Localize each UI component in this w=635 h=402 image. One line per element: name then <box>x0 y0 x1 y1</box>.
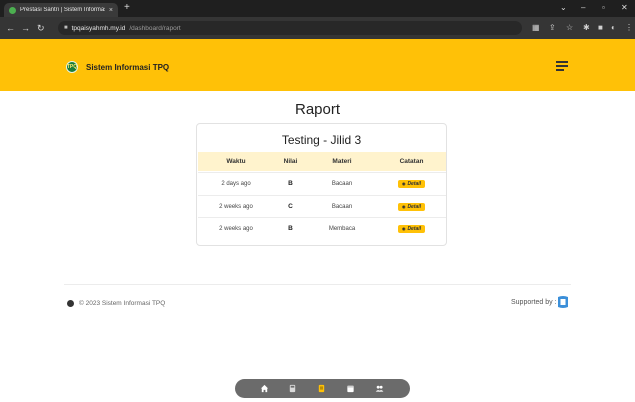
close-window-icon[interactable]: ✕ <box>621 2 628 14</box>
row-materi: Membaca <box>328 225 356 232</box>
menu-toggle-icon[interactable] <box>555 59 569 73</box>
row-nilai: B <box>288 225 293 232</box>
detail-button[interactable]: ◉ Detail <box>397 202 426 211</box>
side-panel-icon[interactable]: ■ <box>598 21 603 35</box>
share-icon[interactable]: ⇪ <box>549 21 556 35</box>
eye-icon: ◉ <box>401 204 406 209</box>
profile-icon[interactable]: ◐ <box>611 21 616 35</box>
url-host: tpqaisyahmh.my.id <box>71 24 126 32</box>
bottom-dock <box>235 379 410 398</box>
calendar-icon[interactable] <box>346 384 355 393</box>
copyright-text: © 2023 Sistem Informasi TPQ <box>79 300 166 307</box>
report-card: Testing - Jilid 3 Waktu Nilai Materi Cat… <box>196 123 447 246</box>
reload-icon[interactable]: ↻ <box>37 21 45 35</box>
minimize-icon[interactable]: – <box>581 2 585 14</box>
eye-icon: ◉ <box>401 226 406 231</box>
calculator-icon[interactable] <box>288 384 297 393</box>
detail-button[interactable]: ◉ Detail <box>397 179 426 188</box>
supported-by-text: Supported by : <box>511 299 557 306</box>
brand-title[interactable]: Sistem Informasi TPQ <box>86 63 169 72</box>
bookmark-star-icon[interactable]: ☆ <box>566 21 573 35</box>
footer-divider <box>64 284 571 285</box>
home-icon[interactable] <box>260 384 269 393</box>
new-tab-button[interactable]: + <box>124 2 130 14</box>
page-title: Raport <box>294 101 341 118</box>
address-bar-row: ← → ↻ ■ tpqaisyahmh.my.id/dashboard/rapo… <box>0 17 635 39</box>
back-icon[interactable]: ← <box>6 21 15 35</box>
table-header: Waktu Nilai Materi Catatan <box>198 152 446 171</box>
detail-button[interactable]: ◉ Detail <box>397 224 426 233</box>
table-row: 2 days ago B Bacaan ◉ Detail <box>198 172 446 194</box>
forward-icon[interactable]: → <box>21 21 30 35</box>
eye-icon: ◉ <box>401 181 406 186</box>
browser-tab[interactable]: Prestasi Santri | Sistem Informasi × <box>4 3 118 17</box>
report-icon[interactable] <box>317 384 326 393</box>
column-header-waktu: Waktu <box>226 158 246 165</box>
app-header: TPQ Sistem Informasi TPQ <box>0 39 635 91</box>
tab-title: Prestasi Santri | Sistem Informasi <box>20 7 105 13</box>
tab-search-icon[interactable]: ⌄ <box>560 2 567 14</box>
tpq-logo-icon[interactable]: TPQ <box>66 61 78 73</box>
row-waktu: 2 days ago <box>221 180 251 187</box>
browser-tab-bar: Prestasi Santri | Sistem Informasi × + ⌄… <box>0 0 635 17</box>
row-waktu: 2 weeks ago <box>219 225 253 232</box>
url-input[interactable]: ■ tpqaisyahmh.my.id/dashboard/raport <box>58 21 522 35</box>
row-materi: Bacaan <box>331 203 353 210</box>
url-path: /dashboard/raport <box>129 24 181 32</box>
logo-text: TPQ <box>66 64 78 70</box>
translate-icon[interactable]: ▦ <box>532 21 540 35</box>
table-row: 2 weeks ago B Membaca ◉ Detail <box>198 217 446 239</box>
favicon-icon <box>9 6 16 14</box>
table-row: 2 weeks ago C Bacaan ◉ Detail <box>198 195 446 217</box>
column-header-catatan: Catatan <box>399 158 424 165</box>
users-icon[interactable] <box>375 384 384 393</box>
column-header-materi: Materi <box>332 158 352 165</box>
row-nilai: B <box>288 180 293 187</box>
tab-close-icon[interactable]: × <box>109 7 113 14</box>
lock-icon: ■ <box>64 25 68 31</box>
extensions-icon[interactable]: ✱ <box>583 21 590 35</box>
row-waktu: 2 weeks ago <box>219 203 253 210</box>
card-title: Testing - Jilid 3 <box>281 133 362 147</box>
row-nilai: C <box>288 203 293 210</box>
row-materi: Bacaan <box>331 180 353 187</box>
restore-icon[interactable]: ▫ <box>602 2 605 14</box>
more-menu-icon[interactable]: ⋮ <box>625 21 633 35</box>
copyright-icon <box>67 300 74 307</box>
column-header-nilai: Nilai <box>283 158 298 165</box>
sponsor-logo-icon[interactable] <box>557 295 569 309</box>
